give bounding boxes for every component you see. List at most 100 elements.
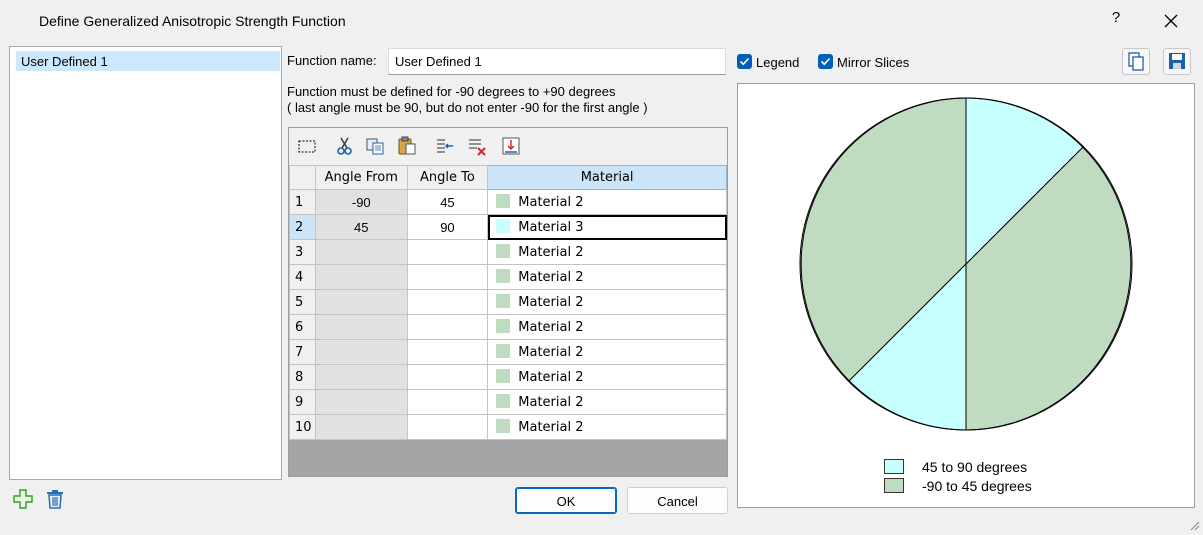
close-button[interactable] bbox=[1156, 6, 1186, 36]
table-row[interactable]: 8 Material 2 bbox=[289, 364, 727, 390]
material-swatch bbox=[496, 269, 511, 283]
function-name-input[interactable] bbox=[388, 48, 726, 75]
angle-to-cell[interactable] bbox=[406, 339, 489, 365]
copy-image-button[interactable] bbox=[1122, 48, 1150, 75]
material-cell[interactable]: Material 2 bbox=[487, 314, 727, 340]
angle-from-cell[interactable] bbox=[314, 364, 408, 390]
table-row[interactable]: 6 Material 2 bbox=[289, 314, 727, 340]
add-icon bbox=[13, 489, 33, 509]
row-number[interactable]: 10 bbox=[289, 414, 316, 440]
checkmark-icon bbox=[739, 57, 750, 66]
material-cell[interactable]: Material 2 bbox=[487, 389, 727, 415]
table-row[interactable]: 1 -90 45 Material 2 bbox=[289, 189, 727, 215]
save-icon bbox=[1169, 53, 1185, 69]
paste-button[interactable] bbox=[397, 136, 417, 156]
help-button[interactable]: ? bbox=[1106, 9, 1126, 33]
angle-from-cell[interactable] bbox=[314, 414, 408, 440]
angle-from-cell[interactable] bbox=[314, 264, 408, 290]
select-all-icon bbox=[298, 140, 316, 153]
table-row[interactable]: 5 Material 2 bbox=[289, 289, 727, 315]
row-number[interactable]: 9 bbox=[289, 389, 316, 415]
delete-function-button[interactable] bbox=[44, 488, 66, 510]
material-cell[interactable]: Material 3 bbox=[487, 214, 727, 240]
legend-label: Legend bbox=[756, 55, 800, 70]
table-row[interactable]: 9 Material 2 bbox=[289, 389, 727, 415]
table-row[interactable]: 7 Material 2 bbox=[289, 339, 727, 365]
material-name: Material 3 bbox=[518, 220, 584, 235]
window-title: Define Generalized Anisotropic Strength … bbox=[39, 13, 346, 29]
angle-from-header[interactable]: Angle From bbox=[314, 165, 408, 190]
delete-row-icon bbox=[469, 139, 486, 156]
angle-from-cell[interactable] bbox=[314, 389, 408, 415]
delete-row-button[interactable] bbox=[467, 136, 487, 156]
table-row[interactable]: 3 Material 2 bbox=[289, 239, 727, 265]
delete-icon bbox=[47, 490, 63, 509]
angle-to-cell[interactable] bbox=[406, 239, 489, 265]
legend-item: -90 to 45 degrees bbox=[884, 478, 1054, 496]
angle-to-cell[interactable] bbox=[406, 389, 489, 415]
table-row[interactable]: 2 45 90 Material 3 bbox=[289, 214, 727, 240]
mirror-slices-checkbox[interactable]: Mirror Slices bbox=[818, 53, 918, 71]
add-function-button[interactable] bbox=[12, 488, 34, 510]
angle-to-cell[interactable] bbox=[406, 314, 489, 340]
material-cell[interactable]: Material 2 bbox=[487, 264, 727, 290]
angle-grid[interactable]: Angle From Angle To Material 1 -90 45 Mater… bbox=[288, 127, 728, 477]
angle-to-cell[interactable] bbox=[406, 264, 489, 290]
material-cell[interactable]: Material 2 bbox=[487, 239, 727, 265]
instruction-line-2: ( last angle must be 90, but do not ente… bbox=[287, 100, 648, 115]
material-name: Material 2 bbox=[518, 195, 584, 210]
row-number[interactable]: 7 bbox=[289, 339, 316, 365]
row-number[interactable]: 6 bbox=[289, 314, 316, 340]
angle-from-cell[interactable] bbox=[314, 314, 408, 340]
row-number[interactable]: 1 bbox=[289, 189, 316, 215]
material-swatch bbox=[496, 369, 511, 383]
fill-down-button[interactable] bbox=[501, 136, 521, 156]
angle-from-cell[interactable]: -90 bbox=[314, 189, 408, 215]
material-header[interactable]: Material bbox=[487, 165, 727, 190]
legend-checkbox[interactable]: Legend bbox=[737, 53, 807, 71]
material-name: Material 2 bbox=[518, 295, 584, 310]
material-swatch bbox=[496, 394, 511, 408]
material-cell[interactable]: Material 2 bbox=[487, 364, 727, 390]
angle-from-cell[interactable] bbox=[314, 339, 408, 365]
select-all-button[interactable] bbox=[297, 136, 317, 156]
corner-header[interactable] bbox=[289, 165, 316, 190]
copy-button[interactable] bbox=[365, 136, 385, 156]
material-cell[interactable]: Material 2 bbox=[487, 339, 727, 365]
instructions: Function must be defined for -90 degrees… bbox=[287, 84, 648, 116]
angle-from-cell[interactable] bbox=[314, 289, 408, 315]
table-row[interactable]: 10 Material 2 bbox=[289, 414, 727, 440]
legend-item-label: 45 to 90 degrees bbox=[922, 459, 1028, 475]
angle-from-cell[interactable] bbox=[314, 239, 408, 265]
row-number[interactable]: 2 bbox=[289, 214, 316, 240]
angle-to-cell[interactable]: 90 bbox=[406, 214, 489, 240]
resize-grip[interactable] bbox=[1188, 519, 1200, 531]
angle-to-cell[interactable] bbox=[406, 364, 489, 390]
insert-row-button[interactable] bbox=[435, 136, 455, 156]
angle-to-cell[interactable] bbox=[406, 289, 489, 315]
cancel-button[interactable]: Cancel bbox=[627, 487, 728, 514]
mirror-slices-check-box[interactable] bbox=[818, 54, 833, 69]
angle-to-header[interactable]: Angle To bbox=[406, 165, 489, 190]
row-number[interactable]: 8 bbox=[289, 364, 316, 390]
function-list-item[interactable]: User Defined 1 bbox=[16, 51, 280, 71]
row-number[interactable]: 5 bbox=[289, 289, 316, 315]
angle-from-cell[interactable]: 45 bbox=[314, 214, 408, 240]
material-cell[interactable]: Material 2 bbox=[487, 189, 727, 215]
angle-to-cell[interactable]: 45 bbox=[406, 189, 489, 215]
material-cell[interactable]: Material 2 bbox=[487, 289, 727, 315]
cut-button[interactable] bbox=[335, 136, 355, 156]
table-row[interactable]: 4 Material 2 bbox=[289, 264, 727, 290]
close-icon bbox=[1164, 14, 1178, 28]
angle-to-cell[interactable] bbox=[406, 414, 489, 440]
function-list[interactable]: User Defined 1 bbox=[9, 46, 282, 480]
legend-check-box[interactable] bbox=[737, 54, 752, 69]
ok-button[interactable]: OK bbox=[515, 487, 617, 514]
row-number[interactable]: 4 bbox=[289, 264, 316, 290]
material-swatch bbox=[496, 194, 511, 208]
material-cell[interactable]: Material 2 bbox=[487, 414, 727, 440]
checkmark-icon bbox=[820, 57, 831, 66]
save-button[interactable] bbox=[1163, 48, 1191, 75]
grid-toolbar bbox=[289, 128, 727, 165]
row-number[interactable]: 3 bbox=[289, 239, 316, 265]
